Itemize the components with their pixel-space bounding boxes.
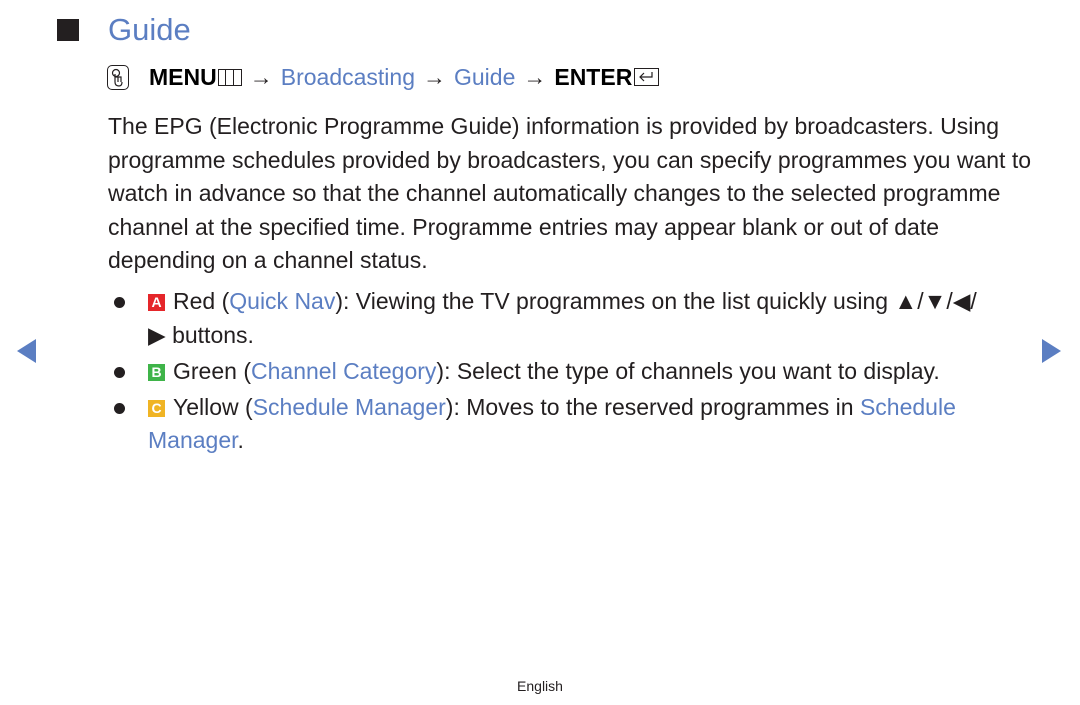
bullet-dot-icon (114, 402, 125, 414)
enter-return-icon (634, 68, 660, 86)
quick-nav-link[interactable]: Quick Nav (229, 288, 335, 314)
paren: ( (215, 288, 230, 314)
red-a-key-icon: A (148, 294, 165, 311)
bullet-item-red: A Red (Quick Nav): Viewing the TV program… (108, 285, 988, 352)
period: . (237, 427, 244, 454)
prev-page-arrow-icon[interactable] (17, 339, 36, 363)
channel-category-link[interactable]: Channel Category (251, 358, 436, 384)
paren: ( (236, 357, 251, 384)
path-arrow: → (249, 64, 273, 90)
green-b-key-icon: B (148, 363, 165, 381)
description-paragraph: The EPG (Electronic Programme Guide) inf… (108, 113, 1032, 274)
path-arrow: → (422, 64, 446, 90)
heading-square-icon (57, 19, 79, 41)
menu-label: MENU (149, 64, 217, 90)
path-broadcasting[interactable]: Broadcasting (281, 62, 415, 92)
bullet-dot-icon (114, 366, 125, 378)
menu-grid-icon (217, 68, 242, 86)
paren: ( (238, 393, 253, 420)
key-color-name: Green (173, 357, 237, 384)
footer-language: English (517, 678, 563, 694)
bullet-text: ): Select the type of channels you want … (436, 357, 940, 384)
path-arrow: → (523, 64, 547, 90)
bullet-list: A Red (Quick Nav): Viewing the TV program… (108, 285, 988, 460)
bullet-item-green: B Green (Channel Category): Select the ty… (108, 355, 988, 389)
yellow-c-key-icon: C (148, 399, 165, 417)
next-page-arrow-icon[interactable] (1042, 339, 1061, 363)
key-color-name: Red (173, 288, 216, 314)
enter-label: ENTER (554, 64, 633, 90)
key-color-name: Yellow (173, 393, 239, 420)
page-title: Guide (108, 12, 191, 47)
bullet-text: ): Moves to the reserved programmes in (445, 393, 860, 420)
path-guide[interactable]: Guide (454, 62, 515, 92)
remote-hand-icon (107, 64, 129, 90)
menu-path: MENU → Broadcasting → Guide → ENTER (107, 62, 660, 92)
bullet-dot-icon (114, 297, 125, 308)
schedule-manager-link[interactable]: Schedule Manager (253, 394, 446, 420)
bullet-item-yellow: C Yellow (Schedule Manager): Moves to the… (108, 391, 988, 458)
